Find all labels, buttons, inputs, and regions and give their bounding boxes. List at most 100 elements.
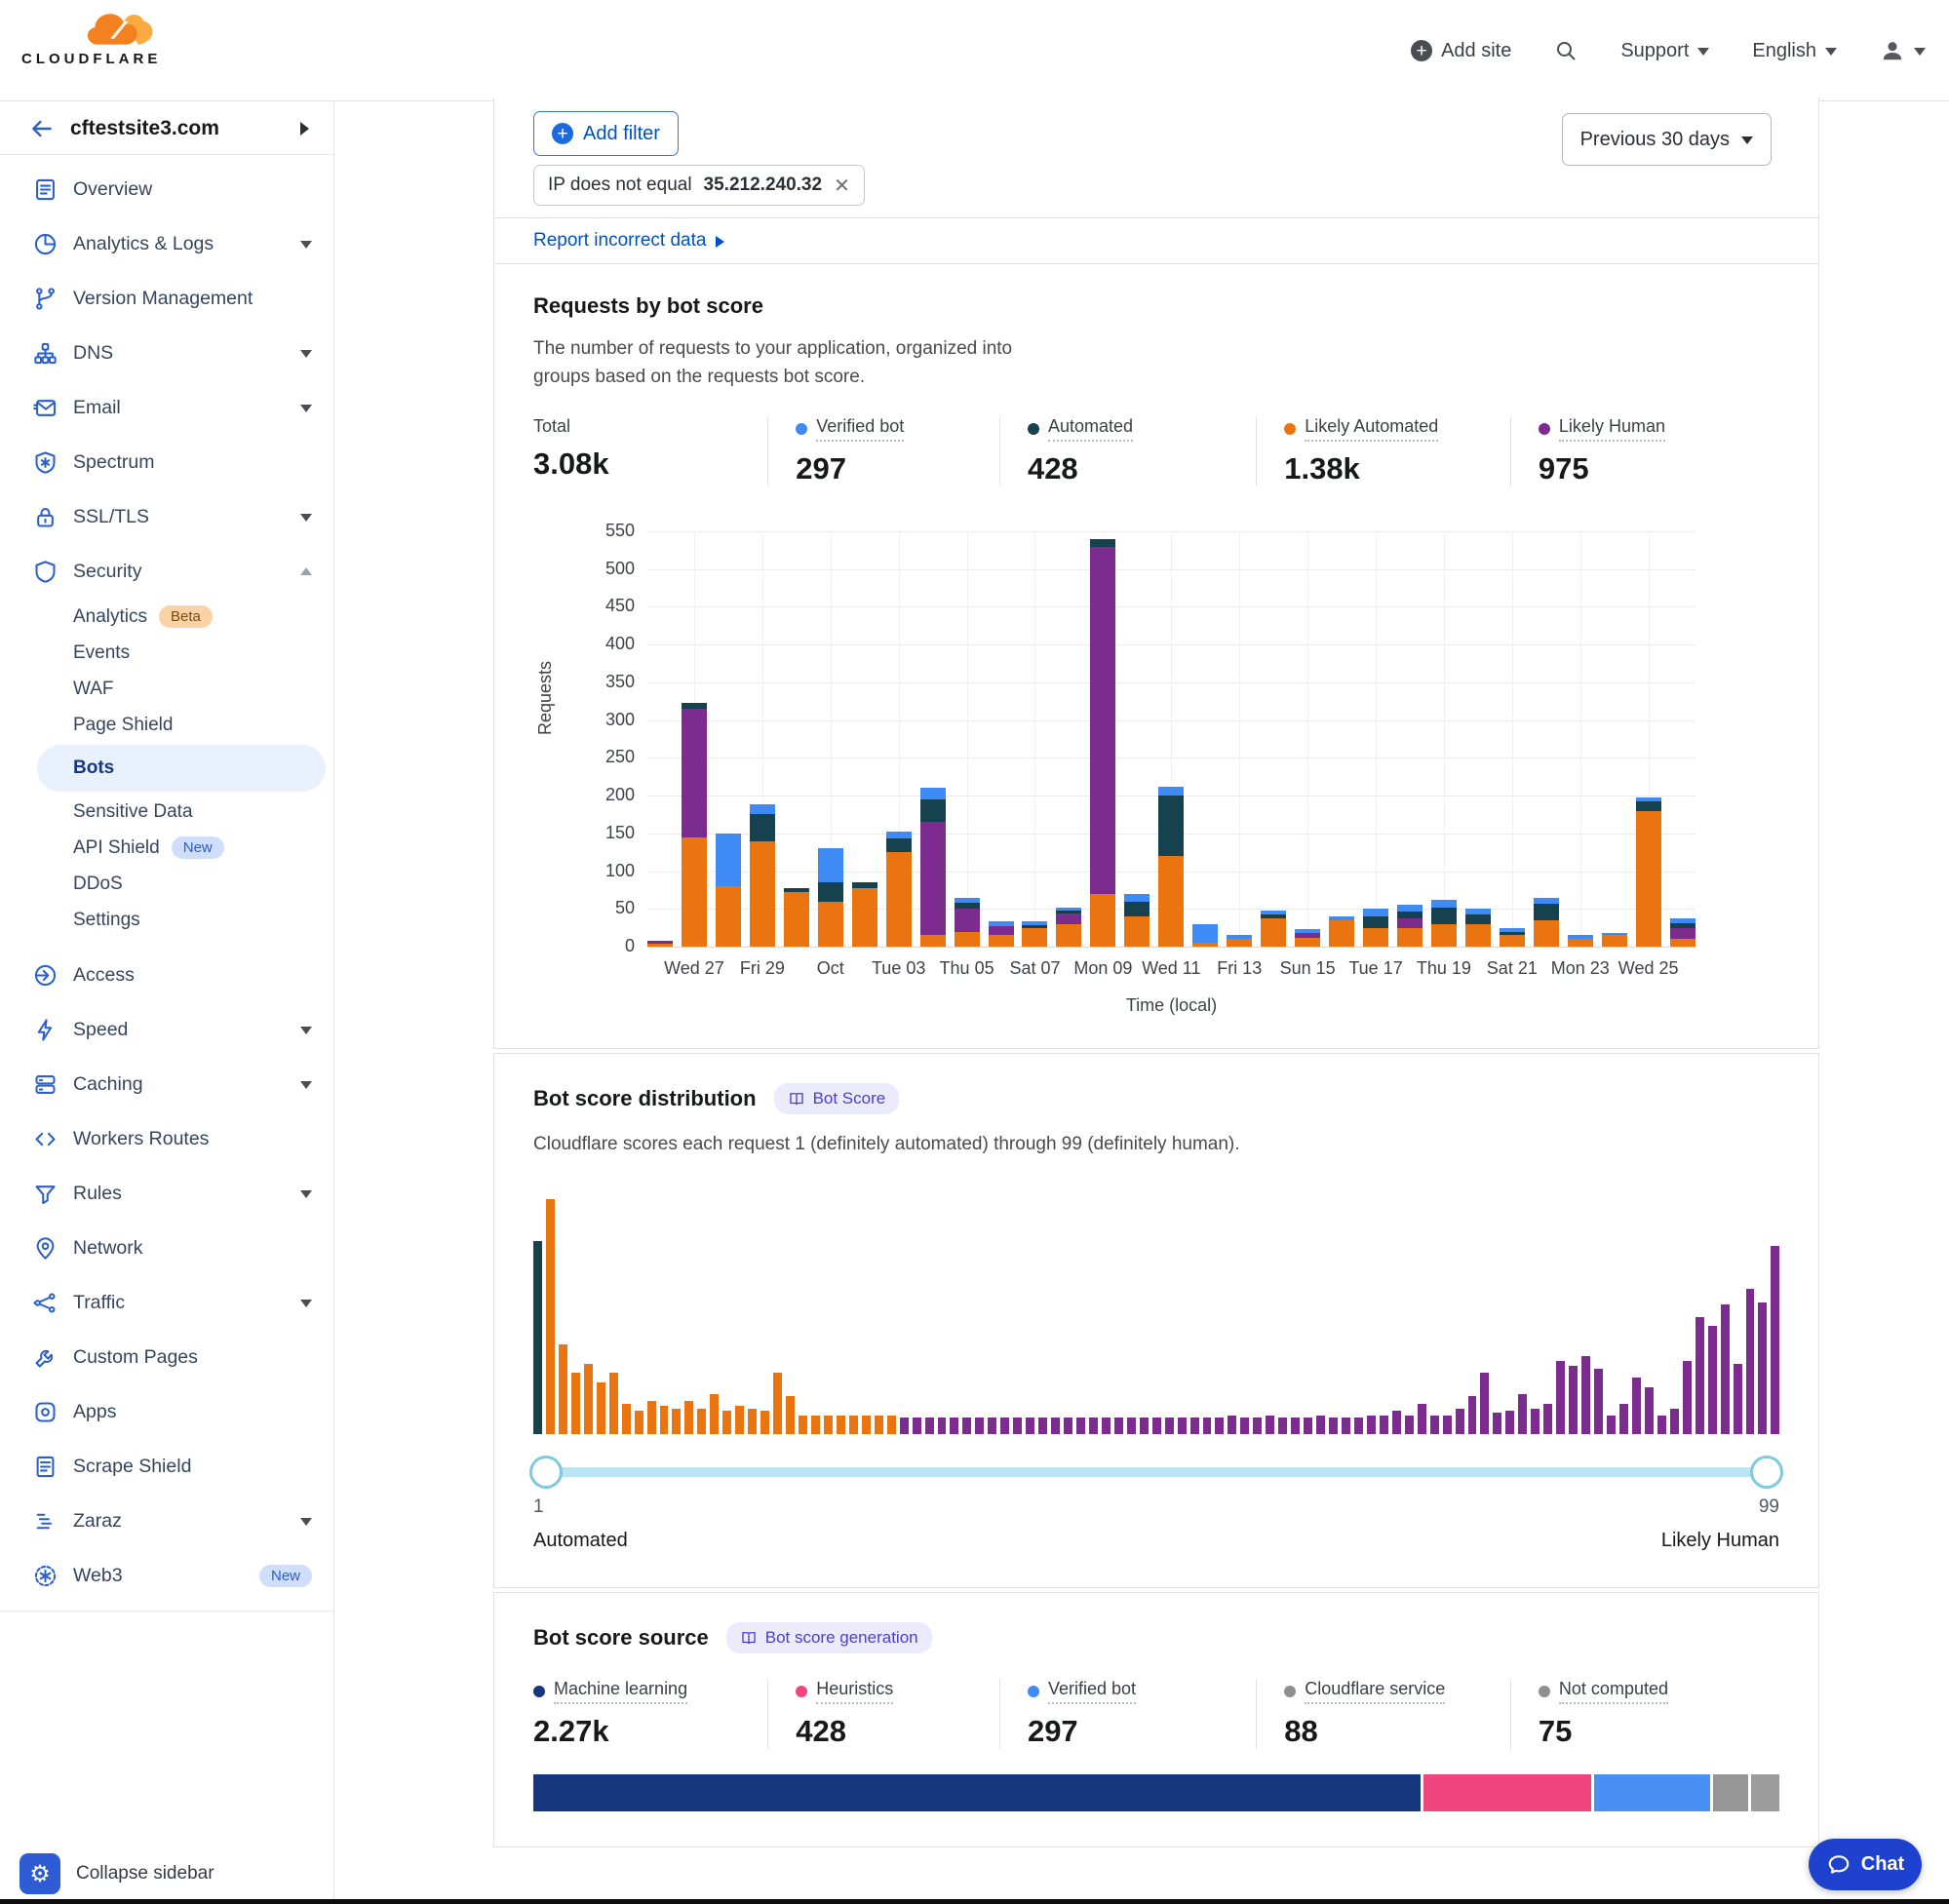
- support-menu[interactable]: Support: [1620, 40, 1709, 62]
- sidebar-item-overview[interactable]: Overview: [0, 162, 333, 216]
- filter-chip[interactable]: IP does not equal 35.212.240.32 ✕: [533, 165, 865, 206]
- sidebar-item-workers-routes[interactable]: Workers Routes: [0, 1111, 333, 1166]
- legend-dot: [1284, 423, 1296, 435]
- bar-segment-likely-automated: [1602, 935, 1627, 947]
- sidebar-item-speed[interactable]: Speed: [0, 1002, 333, 1057]
- stacked-bar[interactable]: [886, 832, 912, 947]
- add-site-button[interactable]: + Add site: [1411, 40, 1511, 62]
- stacked-bar[interactable]: [955, 898, 980, 947]
- stacked-bar[interactable]: [1500, 928, 1525, 947]
- stacked-bar[interactable]: [1124, 894, 1150, 947]
- stacked-bar[interactable]: [1397, 905, 1423, 947]
- sidebar-item-email[interactable]: Email: [0, 380, 333, 435]
- histogram-bar-score-86: [1607, 1416, 1616, 1434]
- sidebar-item-ssl-tls[interactable]: SSL/TLS: [0, 489, 333, 544]
- sidebar-item-spectrum[interactable]: Spectrum: [0, 435, 333, 489]
- stacked-bar[interactable]: [1329, 916, 1354, 947]
- sidebar-item-scrape-shield[interactable]: Scrape Shield: [0, 1439, 333, 1494]
- sidebar-item-label: Rules: [73, 1183, 300, 1205]
- stacked-bar[interactable]: [1227, 935, 1252, 947]
- sidebar-item-security[interactable]: Security: [0, 544, 333, 599]
- stacked-bar[interactable]: [1568, 935, 1593, 947]
- sidebar-subitem-label: API Shield: [73, 837, 160, 859]
- stat-value: 297: [796, 451, 980, 486]
- stacked-bar[interactable]: [1602, 933, 1627, 947]
- account-menu[interactable]: [1880, 38, 1926, 63]
- stat-value: 1.38k: [1284, 451, 1491, 486]
- stacked-bar[interactable]: [1090, 539, 1115, 947]
- add-filter-button[interactable]: + Add filter: [533, 111, 679, 156]
- stat-label: Heuristics: [796, 1679, 980, 1704]
- sidebar-item-apps[interactable]: Apps: [0, 1384, 333, 1439]
- slider-handle-min[interactable]: [529, 1456, 563, 1489]
- sidebar-item-access[interactable]: Access: [0, 948, 333, 1002]
- sidebar-item-network[interactable]: Network: [0, 1221, 333, 1275]
- sidebar-item-dns[interactable]: DNS: [0, 326, 333, 380]
- sidebar-item-ddos[interactable]: DDoS: [0, 866, 333, 902]
- back-arrow-icon[interactable]: [29, 116, 55, 141]
- stacked-bar[interactable]: [784, 888, 809, 947]
- sidebar-item-sensitive-data[interactable]: Sensitive Data: [0, 794, 333, 830]
- stacked-bar[interactable]: [1431, 900, 1457, 947]
- site-expand-icon[interactable]: [300, 122, 316, 136]
- cloudflare-logo[interactable]: CLOUDFLARE: [21, 8, 168, 67]
- stacked-bar[interactable]: [716, 834, 741, 947]
- stacked-bar[interactable]: [989, 921, 1014, 947]
- stat-verified-bot: Verified bot297: [767, 416, 999, 486]
- quick-settings-button[interactable]: ⚙: [19, 1853, 60, 1894]
- histogram-bar-score-81: [1543, 1404, 1552, 1434]
- sidebar-item-traffic[interactable]: Traffic: [0, 1275, 333, 1330]
- sidebar-item-page-shield[interactable]: Page Shield: [0, 707, 333, 743]
- histogram-bar-score-26: [849, 1416, 858, 1434]
- stacked-bar[interactable]: [1192, 924, 1218, 947]
- sidebar-item-version-management[interactable]: Version Management: [0, 271, 333, 326]
- bot-score-generation-badge[interactable]: Bot score generation: [726, 1622, 932, 1653]
- sidebar-item-api-shield[interactable]: API ShieldNew: [0, 830, 333, 866]
- sidebar-item-settings[interactable]: Settings: [0, 902, 333, 938]
- search-button[interactable]: [1554, 39, 1578, 62]
- close-icon[interactable]: ✕: [834, 174, 850, 198]
- sidebar-item-web3[interactable]: Web3New: [0, 1548, 333, 1603]
- collapse-sidebar-button[interactable]: Collapse sidebar: [76, 1863, 214, 1885]
- histogram-bar-score-58: [1253, 1418, 1262, 1434]
- y-tick-label: 550: [533, 521, 635, 541]
- bar-segment-automated: [1636, 801, 1661, 811]
- histogram-bar-score-12: [672, 1409, 681, 1435]
- sidebar-item-caching[interactable]: Caching: [0, 1057, 333, 1111]
- time-range-select[interactable]: Previous 30 days: [1562, 113, 1772, 166]
- stacked-bar[interactable]: [1363, 909, 1388, 947]
- sidebar-item-analytics[interactable]: AnalyticsBeta: [0, 599, 333, 635]
- slider-handle-max[interactable]: [1750, 1456, 1783, 1489]
- sidebar-item-custom-pages[interactable]: Custom Pages: [0, 1330, 333, 1384]
- stacked-bar[interactable]: [818, 848, 843, 947]
- sidebar-item-rules[interactable]: Rules: [0, 1166, 333, 1221]
- caching-icon: [32, 1071, 58, 1098]
- bot-score-docs-badge[interactable]: Bot Score: [774, 1083, 900, 1114]
- stat-value: 297: [1028, 1714, 1236, 1749]
- chat-button[interactable]: Chat: [1809, 1839, 1922, 1890]
- bar-segment-likely-automated: [1636, 811, 1661, 947]
- stacked-bar[interactable]: [1022, 921, 1047, 947]
- report-incorrect-data-link[interactable]: Report incorrect data: [533, 230, 730, 252]
- stacked-bar[interactable]: [852, 882, 877, 947]
- sidebar-subitem-label: Events: [73, 642, 130, 664]
- sidebar-item-waf[interactable]: WAF: [0, 671, 333, 707]
- stacked-bar[interactable]: [1158, 787, 1184, 947]
- stacked-bar[interactable]: [920, 788, 946, 947]
- stacked-bar[interactable]: [1295, 929, 1320, 947]
- sidebar-item-zaraz[interactable]: Zaraz: [0, 1494, 333, 1548]
- sidebar-item-bots[interactable]: Bots: [37, 745, 326, 792]
- stacked-bar[interactable]: [1670, 918, 1696, 947]
- stacked-bar[interactable]: [682, 703, 707, 947]
- stacked-bar[interactable]: [647, 941, 673, 947]
- stacked-bar[interactable]: [1056, 908, 1081, 947]
- slider-track[interactable]: [533, 1467, 1779, 1477]
- stacked-bar[interactable]: [1261, 911, 1286, 947]
- sidebar-item-analytics-logs[interactable]: Analytics & Logs: [0, 216, 333, 271]
- sidebar-item-events[interactable]: Events: [0, 635, 333, 671]
- stacked-bar[interactable]: [1465, 909, 1491, 947]
- stacked-bar[interactable]: [1534, 898, 1559, 947]
- language-menu[interactable]: English: [1752, 40, 1837, 62]
- stacked-bar[interactable]: [750, 804, 775, 947]
- stacked-bar[interactable]: [1636, 797, 1661, 947]
